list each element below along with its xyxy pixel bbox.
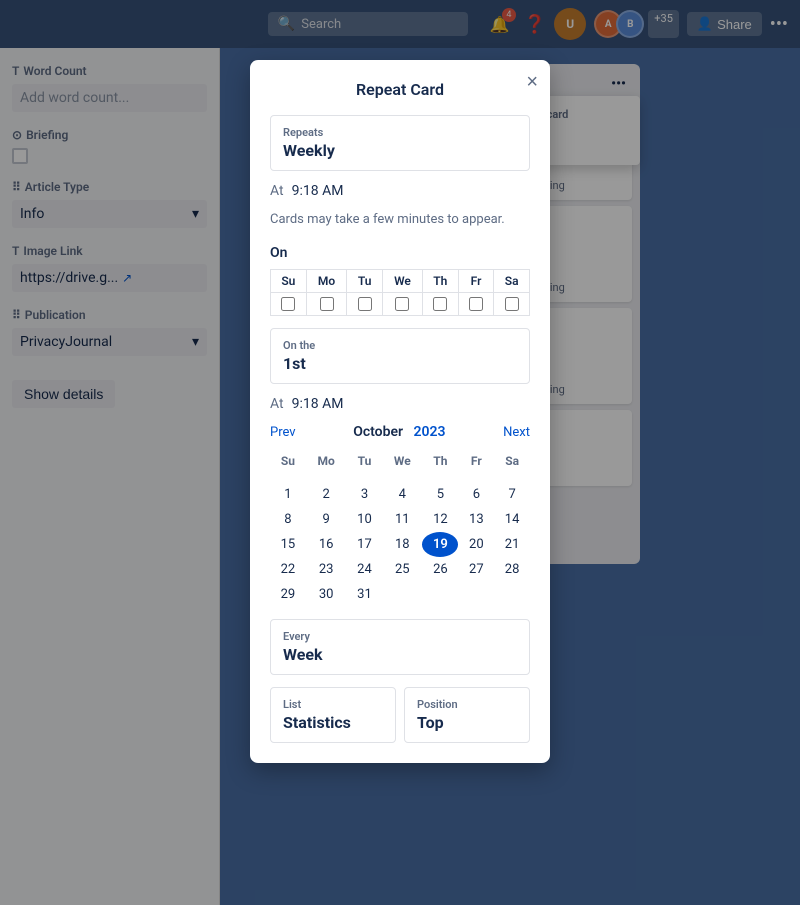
cal-fr: Fr bbox=[458, 450, 494, 472]
cal-sa: Sa bbox=[494, 450, 530, 472]
calendar-day[interactable]: 21 bbox=[494, 532, 530, 557]
calendar-year: 2023 bbox=[414, 424, 446, 440]
dow-tu: Tu bbox=[347, 270, 383, 293]
checkbox-we[interactable] bbox=[395, 297, 409, 311]
dow-su: Su bbox=[271, 270, 307, 293]
cal-th: Th bbox=[422, 450, 458, 472]
calendar-day[interactable]: 5 bbox=[422, 482, 458, 507]
calendar-day[interactable]: 19 bbox=[422, 532, 458, 557]
checkbox-tu[interactable] bbox=[358, 297, 372, 311]
position-label: Position bbox=[417, 698, 517, 711]
calendar-day[interactable]: 3 bbox=[347, 482, 383, 507]
repeats-value: Weekly bbox=[283, 141, 517, 160]
cal-su: Su bbox=[270, 450, 306, 472]
cal-tu: Tu bbox=[347, 450, 383, 472]
calendar-day[interactable]: 17 bbox=[347, 532, 383, 557]
repeats-section[interactable]: Repeats Weekly bbox=[270, 115, 530, 171]
calendar-day[interactable]: 6 bbox=[458, 482, 494, 507]
calendar-day[interactable]: 30 bbox=[306, 582, 347, 607]
calendar-day bbox=[494, 472, 530, 482]
calendar-day[interactable]: 23 bbox=[306, 557, 347, 582]
calendar-day[interactable]: 24 bbox=[347, 557, 383, 582]
calendar-day[interactable]: 1 bbox=[270, 482, 306, 507]
calendar-table: Su Mo Tu We Th Fr Sa 1234567891011121314… bbox=[270, 450, 530, 607]
bottom-sections: List Statistics Position Top bbox=[270, 687, 530, 743]
checkbox-su[interactable] bbox=[281, 297, 295, 311]
position-value: Top bbox=[417, 713, 517, 732]
dow-fr: Fr bbox=[458, 270, 494, 293]
list-section[interactable]: List Statistics bbox=[270, 687, 396, 743]
calendar-day[interactable]: 4 bbox=[382, 482, 422, 507]
on-the-section[interactable]: On the 1st bbox=[270, 328, 530, 384]
day-of-week-table: Su Mo Tu We Th Fr Sa bbox=[270, 269, 530, 316]
calendar-day[interactable]: 18 bbox=[382, 532, 422, 557]
calendar-month: October bbox=[353, 424, 403, 440]
position-section[interactable]: Position Top bbox=[404, 687, 530, 743]
at2-label: At bbox=[270, 396, 284, 412]
calendar-day[interactable]: 10 bbox=[347, 507, 383, 532]
cal-mo: Mo bbox=[306, 450, 347, 472]
checkbox-fr[interactable] bbox=[469, 297, 483, 311]
calendar-day bbox=[458, 582, 494, 607]
calendar-day bbox=[422, 582, 458, 607]
calendar-day[interactable]: 27 bbox=[458, 557, 494, 582]
modal-title: Repeat Card bbox=[270, 80, 530, 99]
checkbox-mo[interactable] bbox=[320, 297, 334, 311]
calendar-day bbox=[382, 472, 422, 482]
on-the-value: 1st bbox=[283, 354, 517, 373]
dow-th: Th bbox=[422, 270, 458, 293]
at-time-row-2: At 9:18 AM bbox=[270, 396, 530, 412]
calendar-day bbox=[494, 582, 530, 607]
calendar-day[interactable]: 28 bbox=[494, 557, 530, 582]
calendar-day[interactable]: 26 bbox=[422, 557, 458, 582]
calendar-day[interactable]: 9 bbox=[306, 507, 347, 532]
dow-mo: Mo bbox=[306, 270, 347, 293]
list-value: Statistics bbox=[283, 713, 383, 732]
every-section[interactable]: Every Week bbox=[270, 619, 530, 675]
repeat-card-modal: Repeat Card × Repeats Weekly At 9:18 AM … bbox=[250, 60, 550, 763]
on-label: On bbox=[270, 245, 530, 261]
calendar-day[interactable]: 2 bbox=[306, 482, 347, 507]
calendar-day bbox=[270, 472, 306, 482]
calendar-nav: Prev October 2023 Next bbox=[270, 424, 530, 440]
calendar-day[interactable]: 25 bbox=[382, 557, 422, 582]
next-month-button[interactable]: Next bbox=[503, 425, 530, 440]
repeats-label: Repeats bbox=[283, 126, 517, 139]
modal-note: Cards may take a few minutes to appear. bbox=[270, 211, 530, 229]
at-time[interactable]: 9:18 AM bbox=[292, 183, 344, 199]
checkbox-th[interactable] bbox=[433, 297, 447, 311]
dow-sa: Sa bbox=[494, 270, 530, 293]
calendar-day[interactable]: 8 bbox=[270, 507, 306, 532]
at-time-row: At 9:18 AM bbox=[270, 183, 530, 199]
calendar-day[interactable]: 12 bbox=[422, 507, 458, 532]
at-label: At bbox=[270, 183, 284, 199]
calendar-day[interactable]: 7 bbox=[494, 482, 530, 507]
calendar-day bbox=[347, 472, 383, 482]
on-the-label: On the bbox=[283, 339, 517, 352]
calendar-day bbox=[422, 472, 458, 482]
dow-we: We bbox=[383, 270, 423, 293]
calendar-day[interactable]: 20 bbox=[458, 532, 494, 557]
calendar-day[interactable]: 16 bbox=[306, 532, 347, 557]
calendar-day[interactable]: 14 bbox=[494, 507, 530, 532]
calendar-day[interactable]: 13 bbox=[458, 507, 494, 532]
calendar-day[interactable]: 22 bbox=[270, 557, 306, 582]
modal-overlay: Repeat Card × Repeats Weekly At 9:18 AM … bbox=[0, 0, 800, 905]
calendar-day[interactable]: 11 bbox=[382, 507, 422, 532]
every-label: Every bbox=[283, 630, 517, 643]
at2-time[interactable]: 9:18 AM bbox=[292, 396, 344, 412]
calendar-day bbox=[382, 582, 422, 607]
prev-month-button[interactable]: Prev bbox=[270, 425, 296, 440]
cal-we: We bbox=[382, 450, 422, 472]
calendar-day[interactable]: 31 bbox=[347, 582, 383, 607]
calendar-day bbox=[458, 472, 494, 482]
calendar-month-year: October 2023 bbox=[353, 424, 445, 440]
calendar-day[interactable]: 15 bbox=[270, 532, 306, 557]
calendar-day bbox=[306, 472, 347, 482]
every-value: Week bbox=[283, 645, 517, 664]
list-label: List bbox=[283, 698, 383, 711]
calendar-day[interactable]: 29 bbox=[270, 582, 306, 607]
modal-close-button[interactable]: × bbox=[526, 72, 538, 92]
checkbox-sa[interactable] bbox=[505, 297, 519, 311]
